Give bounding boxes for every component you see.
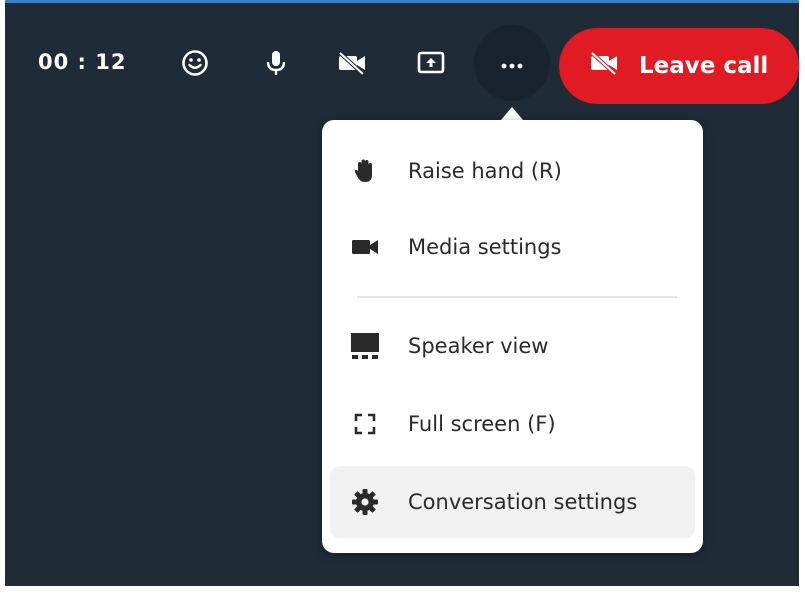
reaction-button[interactable] bbox=[169, 35, 221, 91]
call-timer: 00 : 12 bbox=[38, 50, 127, 74]
menu-item-raise-hand[interactable]: Raise hand (R) bbox=[330, 135, 695, 207]
more-options-menu: Raise hand (R) Media settings Speaker vi… bbox=[322, 120, 703, 553]
window-edge-bottom bbox=[0, 586, 805, 594]
more-options-button[interactable] bbox=[474, 25, 550, 101]
menu-item-label: Full screen (F) bbox=[408, 412, 556, 436]
microphone-icon bbox=[264, 49, 288, 77]
leave-call-button[interactable]: Leave call bbox=[559, 28, 799, 104]
video-camera-icon bbox=[330, 237, 400, 257]
call-view: 00 : 12 Leave call Raise hand (R) Media … bbox=[0, 0, 805, 594]
gear-icon bbox=[330, 488, 400, 516]
menu-item-label: Conversation settings bbox=[408, 490, 638, 514]
camera-off-icon bbox=[337, 51, 367, 75]
leave-call-label: Leave call bbox=[639, 53, 769, 79]
speaker-view-icon bbox=[330, 332, 400, 360]
menu-item-label: Media settings bbox=[408, 235, 562, 259]
more-horizontal-icon bbox=[501, 54, 523, 73]
menu-item-media-settings[interactable]: Media settings bbox=[330, 211, 695, 283]
camera-toggle-button[interactable] bbox=[326, 35, 378, 91]
screen-share-button[interactable] bbox=[405, 35, 457, 91]
menu-item-speaker-view[interactable]: Speaker view bbox=[330, 310, 695, 382]
microphone-button[interactable] bbox=[250, 35, 302, 91]
menu-item-label: Raise hand (R) bbox=[408, 159, 562, 183]
fullscreen-icon bbox=[330, 413, 400, 435]
menu-caret bbox=[501, 107, 523, 120]
menu-item-conversation-settings[interactable]: Conversation settings bbox=[330, 466, 695, 538]
hand-icon bbox=[330, 158, 400, 184]
smiley-icon bbox=[181, 49, 209, 77]
screen-share-icon bbox=[416, 50, 446, 76]
window-edge-right bbox=[799, 0, 805, 594]
menu-item-full-screen[interactable]: Full screen (F) bbox=[330, 388, 695, 460]
menu-item-label: Speaker view bbox=[408, 334, 549, 358]
menu-separator bbox=[357, 296, 677, 298]
camera-off-icon bbox=[589, 51, 619, 81]
window-edge-left bbox=[0, 0, 5, 594]
